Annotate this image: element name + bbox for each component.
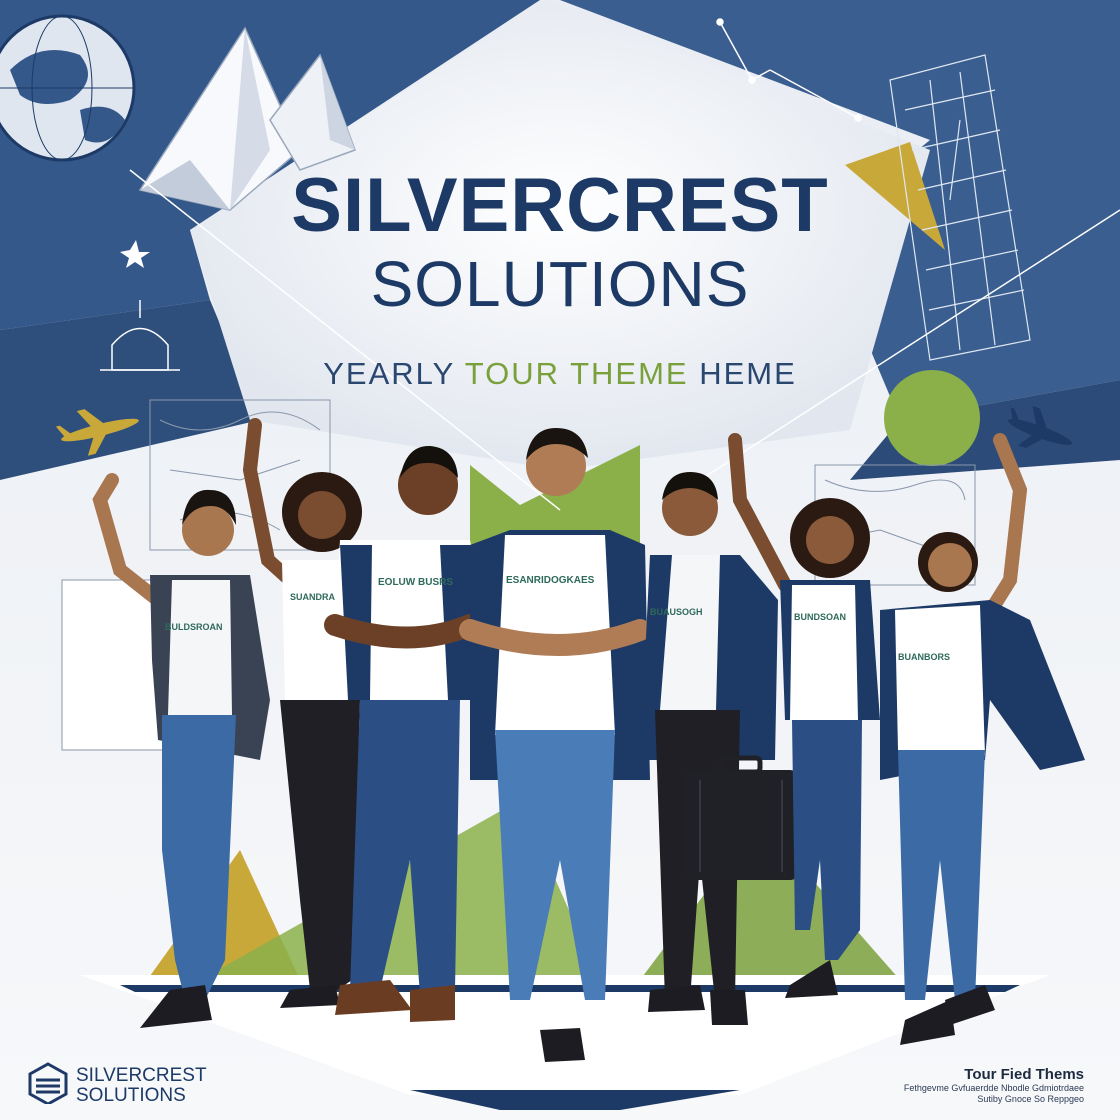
logo-text: SILVERCREST SOLUTIONS: [76, 1066, 207, 1106]
poster: BULDSROAN SUANDRA EOLUW BUSRS ESANRIDOGK…: [0, 0, 1120, 1120]
logo-line-1: SILVERCREST: [76, 1065, 207, 1086]
shirt-label: ESANRIDOGKAES: [506, 575, 595, 586]
company-logo: SILVERCREST SOLUTIONS: [28, 1060, 258, 1108]
stage-edge: [120, 985, 1020, 992]
globe-icon: [0, 14, 136, 162]
logo-mark-icon: [28, 1062, 68, 1104]
page-title: SILVERCREST: [291, 163, 829, 248]
footer-line-1: Fethgevme Gvfuaerdde Nbodle Gdmiotrdaee: [903, 1083, 1084, 1093]
logo-line-2: SOLUTIONS: [76, 1084, 186, 1106]
page-title-line2: SOLUTIONS: [370, 248, 750, 320]
subtitle-part-2: TOUR THEME: [464, 356, 689, 391]
shirt-label: SUANDRA: [290, 592, 336, 602]
shirt-label: BUNDSOAN: [794, 612, 846, 622]
footer-caption: Tour Fied Thems Fethgevme Gvfuaerdde Nbo…: [844, 1066, 1084, 1105]
shirt-label: BULDSROAN: [165, 622, 223, 632]
shirt-label: EOLUW BUSRS: [378, 577, 453, 588]
subtitle: YEARLY TOUR THEME HEME: [0, 358, 1120, 389]
subtitle-part-1: YEARLY: [323, 356, 465, 391]
footer-line-2: Sutiby Gnoce So Reppgeo: [977, 1093, 1084, 1104]
shirt-label: BUAUSOGH: [650, 607, 703, 617]
shirt-label: BUANBORS: [898, 652, 950, 662]
subtitle-part-3: HEME: [688, 356, 797, 391]
footer-title: Tour Fied Thems: [964, 1066, 1084, 1083]
